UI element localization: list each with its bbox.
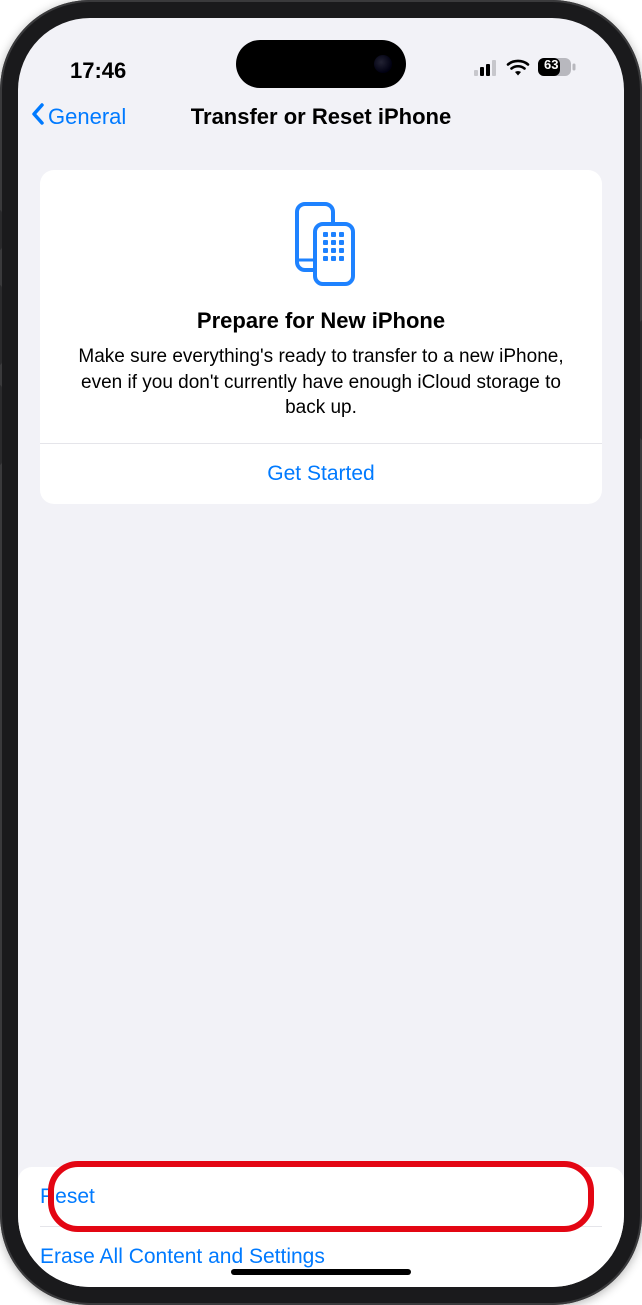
get-started-button[interactable]: Get Started <box>58 444 584 504</box>
volume-down-button[interactable] <box>0 385 2 465</box>
front-camera <box>374 55 392 73</box>
back-button[interactable]: General <box>30 102 126 132</box>
home-indicator[interactable] <box>231 1269 411 1275</box>
volume-up-button[interactable] <box>0 285 2 365</box>
status-time: 17:46 <box>70 58 126 84</box>
prepare-description: Make sure everything's ready to transfer… <box>58 344 584 421</box>
reset-button[interactable]: Reset <box>40 1167 602 1227</box>
chevron-left-icon <box>30 102 46 132</box>
reset-label: Reset <box>40 1185 95 1209</box>
battery-percent: 63 <box>544 56 558 74</box>
navigation-bar: General Transfer or Reset iPhone <box>18 88 624 146</box>
erase-all-button[interactable]: Erase All Content and Settings <box>40 1227 602 1287</box>
cellular-icon <box>474 56 498 82</box>
prepare-card: Prepare for New iPhone Make sure everyth… <box>40 170 602 504</box>
back-label: General <box>48 104 126 130</box>
annotation-highlight <box>48 1161 594 1232</box>
mute-switch[interactable] <box>0 210 2 250</box>
battery-icon: 63 <box>538 56 576 82</box>
transfer-iphone-icon <box>58 198 584 290</box>
erase-label: Erase All Content and Settings <box>40 1245 325 1269</box>
wifi-icon <box>506 56 530 82</box>
page-title: Transfer or Reset iPhone <box>191 104 451 130</box>
screen: 17:46 <box>18 18 624 1287</box>
prepare-title: Prepare for New iPhone <box>58 308 584 334</box>
content-area: Prepare for New iPhone Make sure everyth… <box>18 146 624 1287</box>
dynamic-island <box>236 40 406 88</box>
iphone-frame: 17:46 <box>0 0 642 1305</box>
